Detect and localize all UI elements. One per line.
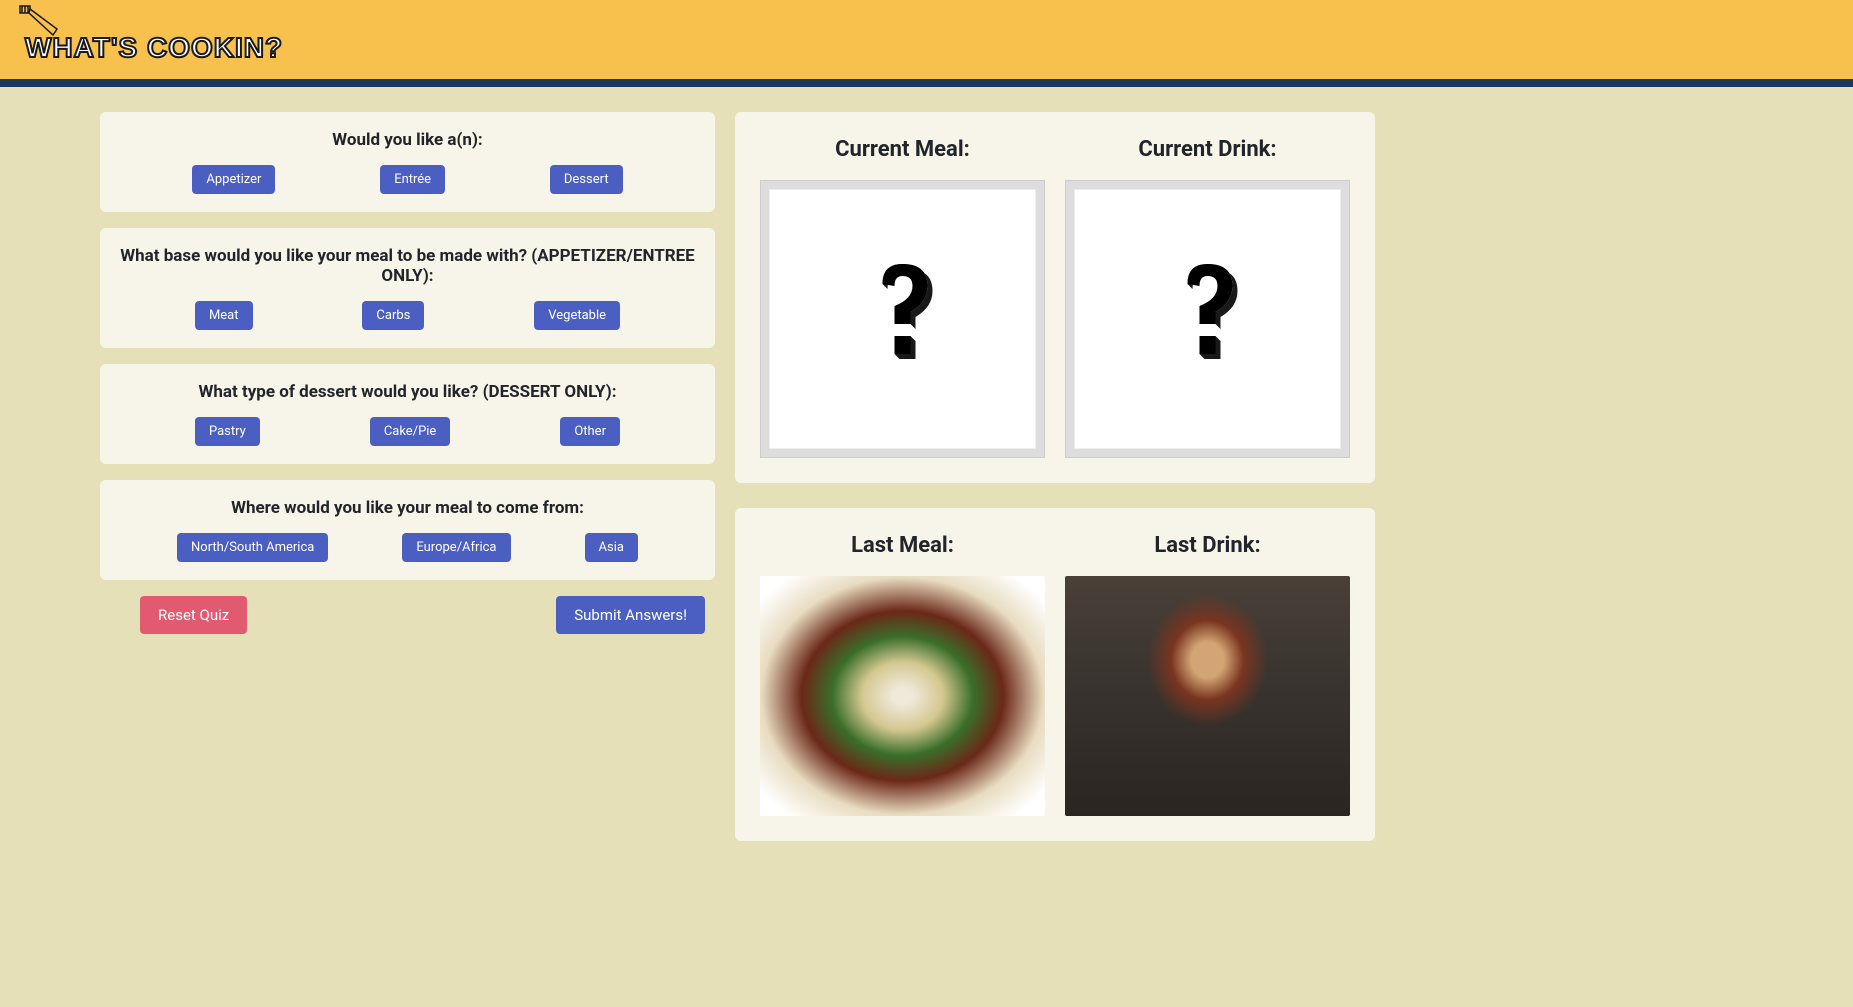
action-row: Reset Quiz Submit Answers! bbox=[100, 596, 715, 634]
current-meal-title: Current Meal: bbox=[760, 137, 1045, 162]
question-card-1: Would you like a(n): Appetizer Entrée De… bbox=[100, 112, 715, 212]
option-asia[interactable]: Asia bbox=[585, 533, 638, 562]
option-europe-africa[interactable]: Europe/Africa bbox=[402, 533, 510, 562]
question-text: What base would you like your meal to be… bbox=[120, 246, 695, 286]
option-cakepie[interactable]: Cake/Pie bbox=[370, 417, 451, 446]
option-entree[interactable]: Entrée bbox=[380, 165, 445, 194]
button-row: North/South America Europe/Africa Asia bbox=[120, 533, 695, 562]
option-appetizer[interactable]: Appetizer bbox=[192, 165, 275, 194]
question-card-3: What type of dessert would you like? (DE… bbox=[100, 364, 715, 464]
option-carbs[interactable]: Carbs bbox=[362, 301, 424, 330]
quiz-column: Would you like a(n): Appetizer Entrée De… bbox=[100, 112, 715, 866]
results-column: Current Meal: Current Drink: bbox=[735, 112, 1375, 866]
last-meal-title: Last Meal: bbox=[760, 533, 1045, 558]
submit-button[interactable]: Submit Answers! bbox=[556, 596, 705, 634]
main-container: Would you like a(n): Appetizer Entrée De… bbox=[0, 87, 1853, 891]
question-text: Where would you like your meal to come f… bbox=[120, 498, 695, 518]
results-row: Last Meal: Last Drink: bbox=[760, 533, 1350, 816]
current-drink-title: Current Drink: bbox=[1065, 137, 1350, 162]
option-vegetable[interactable]: Vegetable bbox=[534, 301, 620, 330]
reset-button[interactable]: Reset Quiz bbox=[140, 596, 247, 634]
last-drink-image bbox=[1065, 576, 1350, 816]
question-text: What type of dessert would you like? (DE… bbox=[120, 382, 695, 402]
knife-icon bbox=[15, 3, 65, 38]
option-americas[interactable]: North/South America bbox=[177, 533, 328, 562]
last-meal-image bbox=[760, 576, 1045, 816]
question-card-4: Where would you like your meal to come f… bbox=[100, 480, 715, 580]
button-row: Appetizer Entrée Dessert bbox=[120, 165, 695, 194]
results-row: Current Meal: Current Drink: bbox=[760, 137, 1350, 458]
current-meal: Current Meal: bbox=[760, 137, 1045, 458]
last-meal: Last Meal: bbox=[760, 533, 1045, 816]
app-title: WHAT'S COOKIN? bbox=[25, 32, 1833, 64]
current-results-panel: Current Meal: Current Drink: bbox=[735, 112, 1375, 483]
current-drink: Current Drink: bbox=[1065, 137, 1350, 458]
question-card-2: What base would you like your meal to be… bbox=[100, 228, 715, 348]
button-row: Meat Carbs Vegetable bbox=[120, 301, 695, 330]
last-results-panel: Last Meal: Last Drink: bbox=[735, 508, 1375, 841]
question-mark-icon bbox=[850, 254, 955, 384]
option-pastry[interactable]: Pastry bbox=[195, 417, 260, 446]
last-drink-title: Last Drink: bbox=[1065, 533, 1350, 558]
option-meat[interactable]: Meat bbox=[195, 301, 253, 330]
option-dessert[interactable]: Dessert bbox=[550, 165, 623, 194]
image-frame bbox=[1065, 180, 1350, 458]
question-mark-icon bbox=[1155, 254, 1260, 384]
current-meal-placeholder bbox=[769, 189, 1036, 449]
app-header: WHAT'S COOKIN? bbox=[0, 0, 1853, 87]
option-other[interactable]: Other bbox=[560, 417, 620, 446]
last-drink: Last Drink: bbox=[1065, 533, 1350, 816]
current-drink-placeholder bbox=[1074, 189, 1341, 449]
button-row: Pastry Cake/Pie Other bbox=[120, 417, 695, 446]
image-frame bbox=[760, 180, 1045, 458]
question-text: Would you like a(n): bbox=[120, 130, 695, 150]
